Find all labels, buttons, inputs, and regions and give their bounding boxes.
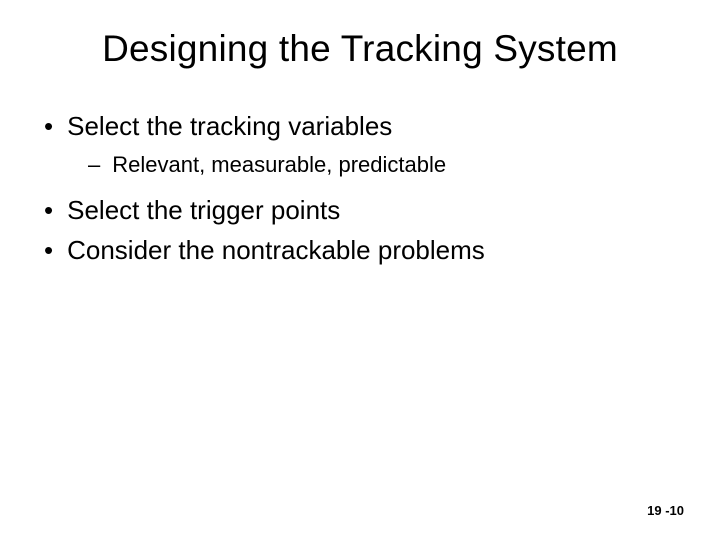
list-item-sub: – Relevant, measurable, predictable [88, 150, 684, 180]
bullet-sub-text: Relevant, measurable, predictable [112, 150, 446, 180]
list-item: • Select the trigger points [44, 194, 684, 226]
bullet-dot-icon: • [44, 110, 53, 142]
bullet-text: Select the tracking variables [67, 110, 392, 142]
slide-number: 19 -10 [647, 503, 684, 518]
bullet-dash-icon: – [88, 150, 100, 180]
bullet-text: Select the trigger points [67, 194, 340, 226]
bullet-dot-icon: • [44, 194, 53, 226]
slide-content: • Select the tracking variables – Releva… [36, 110, 684, 266]
slide-title: Designing the Tracking System [36, 28, 684, 70]
list-item: • Consider the nontrackable problems [44, 234, 684, 266]
bullet-dot-icon: • [44, 234, 53, 266]
list-item: • Select the tracking variables [44, 110, 684, 142]
bullet-text: Consider the nontrackable problems [67, 234, 485, 266]
